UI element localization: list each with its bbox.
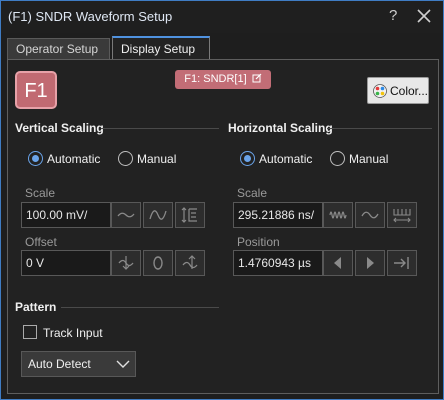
- help-button[interactable]: ?: [389, 7, 397, 24]
- vertical-automatic-radio[interactable]: [28, 151, 43, 166]
- source-chip-label: F1: SNDR[1]: [184, 73, 247, 85]
- vertical-scale-label: Scale: [25, 186, 56, 200]
- vertical-offset-up-button[interactable]: [175, 250, 205, 276]
- palette-icon: [373, 84, 387, 98]
- horizontal-scale-expand-button[interactable]: [355, 202, 385, 228]
- horizontal-scale-compress-button[interactable]: [323, 202, 353, 228]
- horizontal-automatic-radio[interactable]: [240, 151, 255, 166]
- dialog-window: (F1) SNDR Waveform Setup ? Operator Setu…: [0, 0, 444, 400]
- pattern-detect-select[interactable]: Auto Detect: [21, 351, 136, 377]
- vertical-scale-input[interactable]: 100.00 mV/: [21, 202, 111, 228]
- vertical-scale-increase-button[interactable]: [143, 202, 173, 228]
- horizontal-manual-radio[interactable]: [330, 151, 345, 166]
- triangle-right-icon: [367, 257, 374, 269]
- horizontal-position-right-button[interactable]: [355, 250, 385, 276]
- zero-icon: [153, 256, 163, 270]
- vertical-scaling-title: Vertical Scaling: [15, 121, 104, 135]
- pattern-title: Pattern: [15, 300, 57, 314]
- tab-operator-setup[interactable]: Operator Setup: [7, 38, 110, 60]
- wave-flat-icon: [117, 212, 135, 218]
- pattern-divider: [61, 307, 219, 308]
- tab-display-setup[interactable]: Display Setup: [112, 36, 210, 59]
- vertical-scale-decrease-button[interactable]: [111, 202, 141, 228]
- horizontal-scaling-title: Horizontal Scaling: [228, 121, 333, 135]
- wave-dense-icon: [329, 211, 347, 219]
- horizontal-position-end-button[interactable]: [387, 250, 417, 276]
- chevron-down-icon: [116, 360, 130, 368]
- title-bar: (F1) SNDR Waveform Setup ?: [1, 1, 443, 33]
- horizontal-automatic-label: Automatic: [259, 152, 313, 166]
- track-input-checkbox[interactable]: [23, 325, 37, 339]
- window-title: (F1) SNDR Waveform Setup: [8, 9, 173, 24]
- horizontal-fit-icon: [393, 209, 411, 223]
- vertical-automatic-label: Automatic: [47, 152, 101, 166]
- vertical-offset-down-button[interactable]: [111, 250, 141, 276]
- horizontal-scale-input[interactable]: 295.21886 ns/: [233, 202, 323, 228]
- horizontal-scale-label: Scale: [237, 186, 268, 200]
- edit-icon: [252, 73, 262, 83]
- skip-to-end-icon: [394, 257, 409, 269]
- pattern-detect-value: Auto Detect: [28, 357, 91, 371]
- triangle-left-icon: [334, 257, 341, 269]
- color-button[interactable]: Color...: [367, 77, 429, 104]
- offset-up-icon: [182, 255, 198, 269]
- offset-down-icon: [118, 256, 134, 270]
- close-icon[interactable]: [415, 7, 433, 25]
- vertical-scale-fit-button[interactable]: [175, 202, 205, 228]
- wave-wide-icon: [361, 211, 379, 219]
- horizontal-position-label: Position: [237, 235, 280, 249]
- vertical-fit-icon: [181, 207, 197, 223]
- vertical-offset-zero-button[interactable]: [143, 250, 173, 276]
- source-chip[interactable]: F1: SNDR[1]: [175, 70, 271, 89]
- vertical-offset-input[interactable]: 0 V: [21, 250, 111, 276]
- vertical-manual-radio[interactable]: [118, 151, 133, 166]
- horizontal-position-input[interactable]: 1.4760943 µs: [233, 250, 323, 276]
- color-button-label: Color...: [390, 84, 429, 98]
- vertical-manual-label: Manual: [137, 152, 177, 166]
- horizontal-position-left-button[interactable]: [323, 250, 353, 276]
- horizontal-manual-label: Manual: [349, 152, 389, 166]
- horizontal-scale-fit-button[interactable]: [387, 202, 417, 228]
- function-badge: F1: [15, 71, 57, 109]
- horizontal-divider: [327, 128, 432, 129]
- vertical-divider: [101, 128, 219, 129]
- vertical-offset-label: Offset: [25, 235, 57, 249]
- wave-tall-icon: [149, 210, 167, 220]
- track-input-label: Track Input: [43, 326, 103, 340]
